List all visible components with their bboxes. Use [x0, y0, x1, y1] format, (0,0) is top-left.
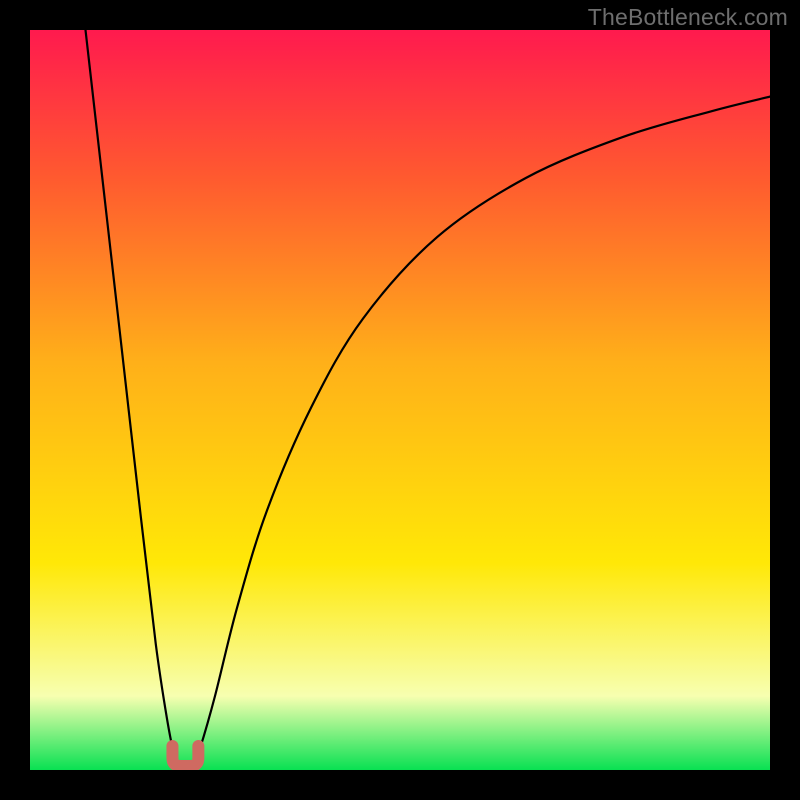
- gradient-background: [30, 30, 770, 770]
- chart-frame: TheBottleneck.com: [0, 0, 800, 800]
- bottleneck-chart: [30, 30, 770, 770]
- watermark-text: TheBottleneck.com: [588, 4, 788, 31]
